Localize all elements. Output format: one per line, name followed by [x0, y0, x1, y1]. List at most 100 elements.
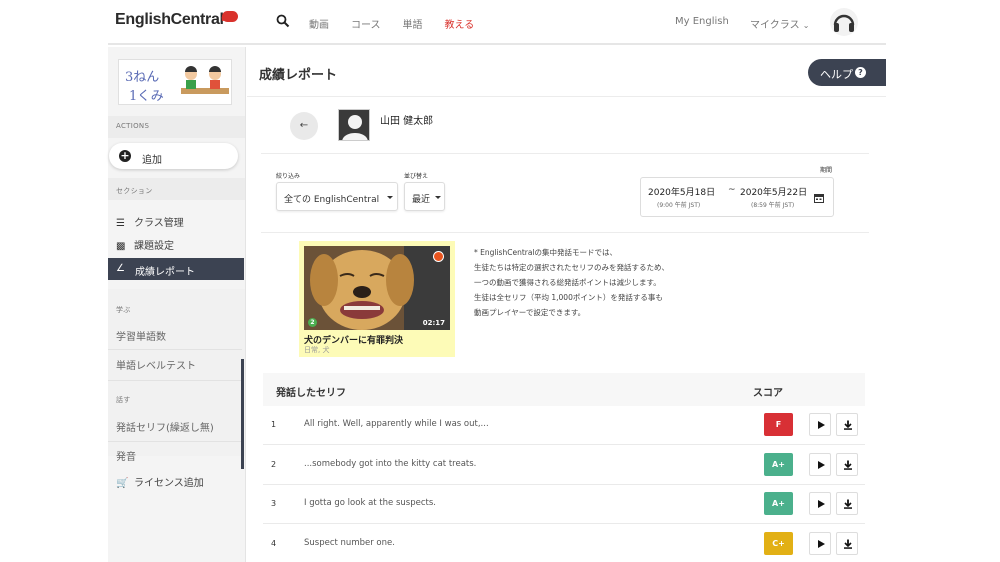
- note-line: 生徒たちは特定の選択されたセリフのみを発話するため、: [474, 263, 669, 272]
- top-navbar: EnglishCentral 動画 コース 単語 教える My English …: [108, 0, 886, 45]
- note-line: * EnglishCentralの集中発話モードでは、: [474, 248, 618, 257]
- divider: [108, 349, 242, 350]
- filter-value: 全ての EnglishCentral: [284, 195, 380, 205]
- my-english-link[interactable]: My English: [675, 16, 729, 27]
- nav-link-courses[interactable]: コース: [351, 16, 381, 31]
- student-name: 山田 健太郎: [380, 116, 434, 127]
- row-line-text: Suspect number one.: [304, 537, 395, 548]
- page-title: 成績レポート: [259, 68, 338, 83]
- sidebar-item-assignments[interactable]: ▩ 課題設定: [116, 237, 174, 252]
- download-button[interactable]: [836, 531, 858, 555]
- add-button[interactable]: + 追加: [109, 143, 238, 169]
- play-icon: [818, 460, 825, 469]
- my-class-menu[interactable]: マイクラス ⌄: [750, 16, 810, 31]
- level-badge: 2: [308, 318, 317, 327]
- note-line: 一つの動画で獲得される総発話ポイントは減少します。: [474, 278, 661, 287]
- score-badge: C+: [764, 531, 793, 555]
- play-icon: [818, 421, 825, 429]
- learn-heading: 学ぶ: [116, 306, 131, 314]
- caret-down-icon: [387, 196, 393, 199]
- divider: [261, 153, 869, 154]
- video-card[interactable]: 2 02:17 犬のデンバーに有罪判決 日常, 犬: [299, 241, 455, 357]
- filter-label: 絞り込み: [276, 173, 301, 180]
- divider: [108, 380, 242, 381]
- play-button[interactable]: [809, 492, 831, 515]
- arrow-left-icon: ←: [299, 120, 309, 131]
- chart-icon: ∠: [116, 263, 125, 274]
- back-button[interactable]: ←: [290, 112, 318, 140]
- sidebar-item-label: 成績レポート: [135, 267, 195, 278]
- score-badge: A+: [764, 492, 793, 515]
- row-number: 1: [271, 420, 277, 429]
- period-separator: ~: [728, 185, 736, 195]
- play-badge-icon: [433, 251, 444, 262]
- divider: [108, 441, 242, 442]
- play-button[interactable]: [809, 531, 831, 555]
- date-range-picker[interactable]: 2020年5月18日 (9:00 午前 JST) ~ 2020年5月22日 (8…: [640, 177, 834, 217]
- play-icon: [818, 500, 825, 508]
- help-button-label: ヘルプ: [820, 68, 853, 81]
- video-category: 日常, 犬: [304, 346, 330, 354]
- download-icon: [844, 499, 852, 509]
- title-divider: [247, 96, 886, 97]
- lines-table-header: 発話したセリフ スコア: [263, 373, 865, 406]
- chevron-down-icon: ⌄: [802, 21, 810, 30]
- filter-dropdown[interactable]: 全ての EnglishCentral: [276, 182, 398, 211]
- column-header-score: スコア: [753, 388, 783, 399]
- table-row: 4 Suspect number one. C+: [263, 524, 865, 562]
- sub-item-pronunciation[interactable]: 発音: [116, 448, 136, 463]
- row-line-text: All right. Well, apparently while I was …: [304, 419, 489, 429]
- video-thumbnail[interactable]: 2 02:17: [304, 246, 450, 330]
- sort-dropdown[interactable]: 最近: [404, 182, 445, 211]
- student-avatar: [338, 109, 370, 141]
- row-number: 3: [271, 499, 277, 508]
- list-icon: ☰: [116, 218, 125, 229]
- play-icon: [818, 539, 825, 548]
- cart-icon: 🛒: [116, 478, 129, 489]
- sub-item-spoken-lines[interactable]: 発話セリフ(繰返し無): [116, 419, 214, 434]
- search-icon[interactable]: [276, 14, 290, 28]
- download-icon: [844, 539, 852, 549]
- table-row: 1 All right. Well, apparently while I was…: [263, 406, 865, 445]
- logo-bubble-icon: [222, 11, 238, 22]
- add-button-label: 追加: [142, 155, 162, 166]
- note-line: 動画プレイヤーで設定できます。: [474, 308, 586, 317]
- download-button[interactable]: [836, 452, 858, 476]
- headphones-avatar-icon[interactable]: [829, 7, 859, 37]
- period-start-time: (9:00 午前 JST): [657, 202, 701, 209]
- download-icon: [844, 460, 852, 470]
- sidebar-item-label: クラス管理: [134, 218, 184, 229]
- speak-heading: 話す: [116, 396, 131, 404]
- sidebar-item-label: 課題設定: [134, 241, 174, 252]
- caret-down-icon: [435, 196, 441, 199]
- nav-link-teach[interactable]: 教える: [445, 16, 475, 31]
- logo[interactable]: EnglishCentral: [115, 11, 224, 29]
- play-button[interactable]: [809, 413, 831, 436]
- app-frame: EnglishCentral 動画 コース 単語 教える My English …: [108, 0, 886, 562]
- main-content: 成績レポート ヘルプ ? ← 山田 健太郎 絞り込み 全ての EnglishCe…: [247, 47, 886, 562]
- sort-value: 最近: [412, 195, 431, 205]
- download-button[interactable]: [836, 413, 858, 436]
- row-line-text: ...somebody got into the kitty cat treat…: [304, 458, 477, 469]
- score-badge: F: [764, 413, 793, 436]
- nav-link-words[interactable]: 単語: [403, 16, 423, 31]
- sidebar-item-grade-report[interactable]: ∠ 成績レポート: [108, 258, 244, 280]
- sub-item-word-level-test[interactable]: 単語レベルテスト: [116, 357, 196, 372]
- column-header-lines: 発話したセリフ: [276, 388, 346, 399]
- submenu-accent-bar: [241, 359, 244, 469]
- sidebar-item-add-license[interactable]: 🛒 ライセンス追加: [116, 474, 204, 489]
- section-heading: セクション: [116, 187, 153, 195]
- table-row: 2 ...somebody got into the kitty cat trea…: [263, 445, 865, 485]
- play-button[interactable]: [809, 452, 831, 476]
- nav-link-videos[interactable]: 動画: [309, 16, 329, 31]
- main-nav-links: 動画 コース 単語 教える: [309, 16, 496, 31]
- row-number: 4: [271, 538, 277, 548]
- video-duration: 02:17: [422, 319, 445, 327]
- divider: [261, 232, 869, 233]
- sub-item-words-learned[interactable]: 学習単語数: [116, 328, 166, 343]
- period-label: 期間: [820, 167, 833, 174]
- download-button[interactable]: [836, 492, 858, 515]
- plus-circle-icon: +: [119, 149, 131, 162]
- sidebar-item-class-management[interactable]: ☰ クラス管理: [116, 214, 184, 229]
- help-button[interactable]: ヘルプ ?: [808, 59, 886, 86]
